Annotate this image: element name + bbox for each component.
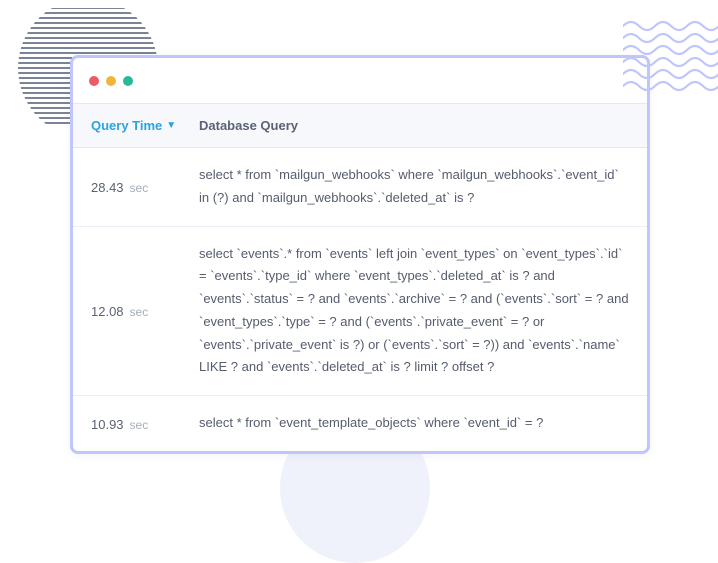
column-header-query-time[interactable]: Query Time ▼ — [73, 104, 193, 147]
table-row: 10.93 sec select * from `event_template_o… — [73, 396, 647, 451]
column-header-label: Query Time — [91, 118, 162, 133]
maximize-icon[interactable] — [123, 76, 133, 86]
column-header-database-query[interactable]: Database Query — [193, 104, 647, 147]
time-value: 12.08 — [91, 301, 124, 324]
table-header: Query Time ▼ Database Query — [73, 104, 647, 148]
decor-wavy-lines-right — [623, 18, 718, 98]
column-header-label: Database Query — [199, 118, 298, 133]
table-row: 12.08 sec select `events`.* from `events`… — [73, 227, 647, 397]
time-value: 10.93 — [91, 414, 124, 437]
sort-desc-icon: ▼ — [166, 120, 176, 131]
table-row: 28.43 sec select * from `mailgun_webhooks… — [73, 148, 647, 227]
time-unit: sec — [130, 415, 149, 436]
cell-query-time: 12.08 sec — [73, 227, 193, 396]
window-titlebar — [73, 58, 647, 104]
minimize-icon[interactable] — [106, 76, 116, 86]
time-unit: sec — [130, 178, 149, 199]
close-icon[interactable] — [89, 76, 99, 86]
time-unit: sec — [130, 302, 149, 323]
time-value: 28.43 — [91, 177, 124, 200]
cell-database-query: select * from `event_template_objects` w… — [193, 396, 647, 451]
cell-query-time: 10.93 sec — [73, 396, 193, 451]
browser-window: Query Time ▼ Database Query 28.43 sec sel… — [70, 55, 650, 454]
cell-database-query: select * from `mailgun_webhooks` where `… — [193, 148, 647, 226]
cell-database-query: select `events`.* from `events` left joi… — [193, 227, 647, 396]
cell-query-time: 28.43 sec — [73, 148, 193, 226]
